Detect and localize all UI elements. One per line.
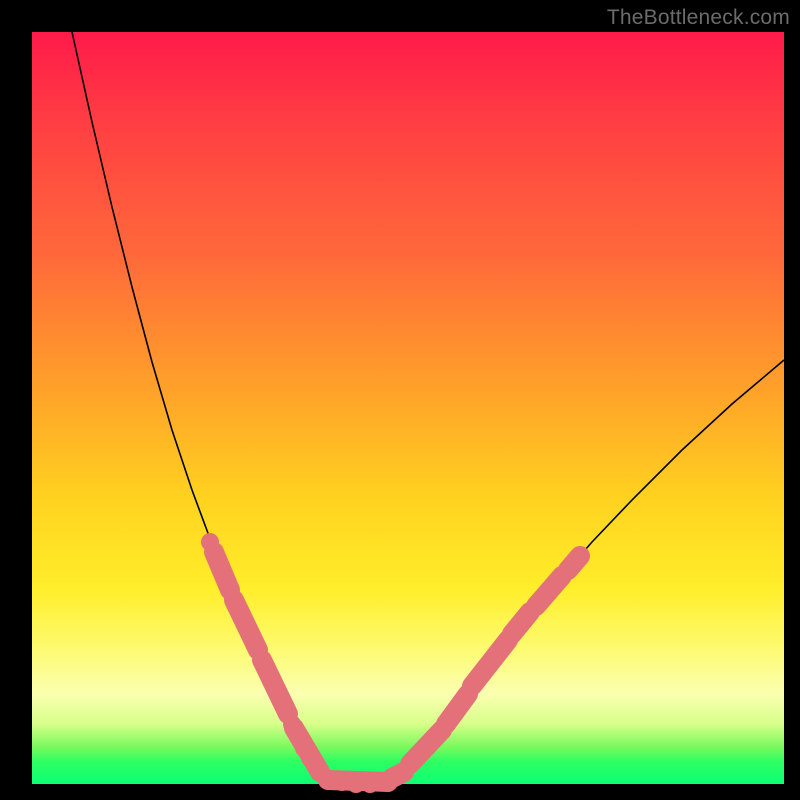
watermark-text: TheBottleneck.com bbox=[607, 6, 790, 30]
marker-dot bbox=[571, 547, 589, 565]
curve-svg bbox=[32, 32, 784, 784]
marker-dots bbox=[201, 533, 589, 793]
chart-frame: TheBottleneck.com bbox=[0, 0, 800, 800]
plot-area bbox=[32, 32, 784, 784]
bottleneck-curve bbox=[72, 32, 784, 784]
